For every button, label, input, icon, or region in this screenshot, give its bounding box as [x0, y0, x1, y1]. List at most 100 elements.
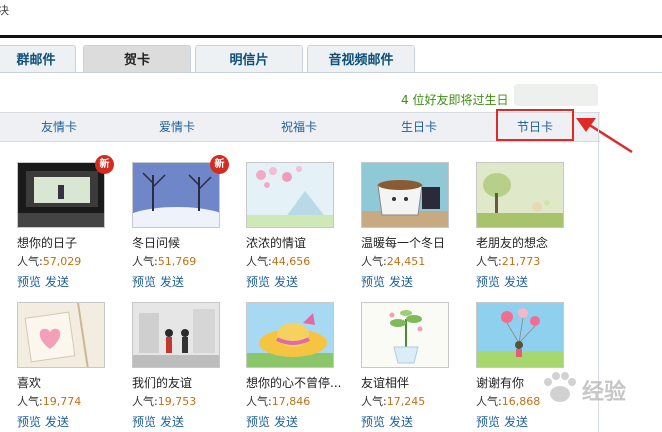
popularity-count: 16,868: [501, 395, 541, 408]
category-blessing[interactable]: 祝福卡: [260, 113, 338, 141]
card-thumbnail[interactable]: [132, 302, 220, 368]
watermark-text: 经验: [582, 380, 627, 405]
popularity-label: 人气:: [246, 255, 272, 268]
card-thumbnail[interactable]: [17, 302, 105, 368]
watermark: 经验: [540, 366, 658, 410]
paw-watermark-icon: [544, 372, 576, 402]
popularity-count: 57,029: [42, 255, 82, 268]
card-title[interactable]: 老朋友的想念: [476, 234, 576, 251]
tab-greeting-card[interactable]: 贺卡: [83, 45, 191, 72]
card-thumbnail[interactable]: [476, 162, 564, 228]
send-link[interactable]: 发送: [160, 275, 184, 289]
top-text-fragment: 决: [0, 4, 9, 17]
preview-link[interactable]: 预览: [132, 275, 156, 289]
preview-link[interactable]: 预览: [361, 275, 385, 289]
card-actions: 预览 发送: [476, 273, 532, 290]
card-title[interactable]: 冬日问候: [132, 234, 232, 251]
card-actions: 预览 发送: [476, 413, 532, 430]
send-link[interactable]: 发送: [274, 275, 298, 289]
popularity-label: 人气:: [361, 395, 387, 408]
tab-bar: 群邮件 贺卡 明信片 音视频邮件: [0, 45, 662, 73]
card-title[interactable]: 我们的友谊: [132, 374, 232, 391]
card-thumbnail[interactable]: [132, 162, 220, 228]
popularity-label: 人气:: [17, 395, 43, 408]
tab-group-mail[interactable]: 群邮件: [0, 45, 76, 72]
popularity-label: 人气:: [17, 255, 43, 268]
card-thumbnail[interactable]: [361, 302, 449, 368]
send-link[interactable]: 发送: [160, 415, 184, 429]
card-actions: 预览 发送: [132, 273, 188, 290]
preview-link[interactable]: 预览: [476, 415, 500, 429]
card-actions: 预览 发送: [17, 413, 73, 430]
card-title[interactable]: 温暖每一个冬日: [361, 234, 461, 251]
send-link[interactable]: 发送: [274, 415, 298, 429]
preview-link[interactable]: 预览: [246, 415, 270, 429]
preview-link[interactable]: 预览: [132, 415, 156, 429]
card-thumbnail[interactable]: [361, 162, 449, 228]
popularity-label: 人气:: [246, 395, 272, 408]
birthday-notice[interactable]: 4 位好友即将过生日: [401, 91, 508, 108]
send-link[interactable]: 发送: [504, 275, 528, 289]
popularity-label: 人气:: [476, 255, 502, 268]
tab-postcard[interactable]: 明信片: [195, 45, 303, 72]
tab-divider: [0, 72, 662, 73]
popularity-label: 人气:: [132, 255, 158, 268]
send-link[interactable]: 发送: [389, 415, 413, 429]
card-title[interactable]: 友谊相伴: [361, 374, 461, 391]
card-popularity: 人气:17,245: [361, 393, 425, 409]
card-title[interactable]: 浓浓的情谊: [246, 234, 346, 251]
blurred-region: [514, 84, 598, 106]
header-divider: [0, 35, 662, 38]
card-title[interactable]: 想你的心不曾停...: [246, 374, 346, 391]
send-link[interactable]: 发送: [389, 275, 413, 289]
preview-link[interactable]: 预览: [246, 275, 270, 289]
new-badge: 新: [95, 155, 114, 174]
card-actions: 预览 发送: [17, 273, 73, 290]
card-actions: 预览 发送: [246, 413, 302, 430]
card-popularity: 人气:19,753: [132, 393, 196, 409]
highlight-box: [496, 109, 574, 141]
send-link[interactable]: 发送: [504, 415, 528, 429]
card-thumbnail[interactable]: [246, 302, 334, 368]
card-thumbnail[interactable]: [17, 162, 105, 228]
card-popularity: 人气:24,451: [361, 253, 425, 269]
popularity-label: 人气:: [476, 395, 502, 408]
category-birthday[interactable]: 生日卡: [380, 113, 458, 141]
popularity-count: 19,774: [42, 395, 82, 408]
card-actions: 预览 发送: [361, 413, 417, 430]
popularity-count: 17,846: [271, 395, 311, 408]
category-love[interactable]: 爱情卡: [138, 113, 216, 141]
card-popularity: 人气:17,846: [246, 393, 310, 409]
popularity-count: 19,753: [157, 395, 197, 408]
card-actions: 预览 发送: [246, 273, 302, 290]
card-popularity: 人气:44,656: [246, 253, 310, 269]
card-actions: 预览 发送: [132, 413, 188, 430]
popularity-count: 21,773: [501, 255, 541, 268]
card-title[interactable]: 喜欢: [17, 374, 117, 391]
card-thumbnail[interactable]: [246, 162, 334, 228]
card-title[interactable]: 想你的日子: [17, 234, 117, 251]
popularity-count: 24,451: [386, 255, 426, 268]
card-popularity: 人气:51,769: [132, 253, 196, 269]
send-link[interactable]: 发送: [45, 415, 69, 429]
card-popularity: 人气:19,774: [17, 393, 81, 409]
card-actions: 预览 发送: [361, 273, 417, 290]
tab-audio-video-mail[interactable]: 音视频邮件: [307, 45, 415, 72]
send-link[interactable]: 发送: [45, 275, 69, 289]
popularity-label: 人气:: [361, 255, 387, 268]
popularity-count: 51,769: [157, 255, 197, 268]
preview-link[interactable]: 预览: [476, 275, 500, 289]
card-popularity: 人气:57,029: [17, 253, 81, 269]
new-badge: 新: [210, 155, 229, 174]
card-popularity: 人气:16,868: [476, 393, 540, 409]
card-popularity: 人气:21,773: [476, 253, 540, 269]
popularity-count: 17,245: [386, 395, 426, 408]
category-friendship[interactable]: 友情卡: [20, 113, 98, 141]
preview-link[interactable]: 预览: [361, 415, 385, 429]
popularity-label: 人气:: [132, 395, 158, 408]
card-thumbnail[interactable]: [476, 302, 564, 368]
popularity-count: 44,656: [271, 255, 311, 268]
annotation-arrow-icon: [576, 118, 633, 154]
preview-link[interactable]: 预览: [17, 415, 41, 429]
preview-link[interactable]: 预览: [17, 275, 41, 289]
